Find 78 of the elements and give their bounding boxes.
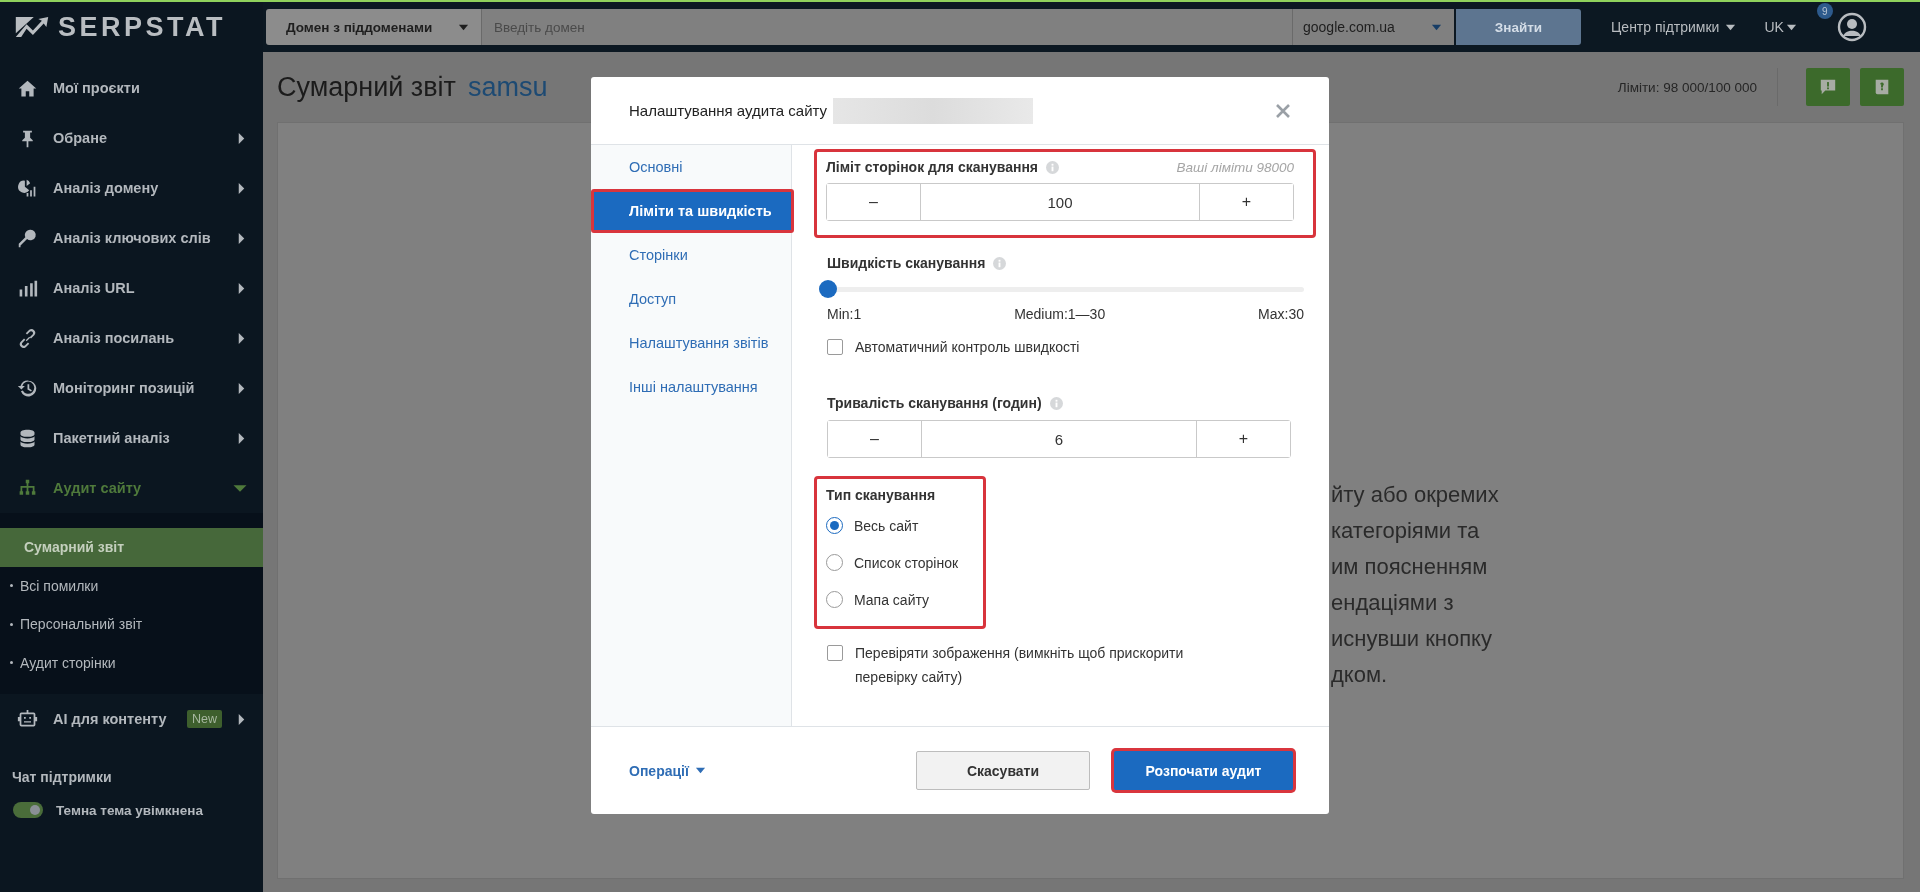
sidebar-icon <box>17 708 38 730</box>
sidebar-item[interactable]: AI для контенту New <box>0 694 263 744</box>
scope-dropdown[interactable]: Домен з піддоменами <box>266 9 481 45</box>
sidebar-item[interactable]: Пакетний аналіз <box>0 413 263 463</box>
sidebar-icon <box>17 327 38 349</box>
settings-tab[interactable]: Основні <box>591 145 791 189</box>
settings-tab[interactable]: Інші налаштування <box>591 365 791 409</box>
start-audit-button[interactable]: Розпочати аудит <box>1114 751 1293 790</box>
new-badge: New <box>187 710 222 728</box>
sidebar-item[interactable]: Аналіз домену <box>0 163 263 213</box>
submenu-item[interactable]: Всі помилки <box>0 566 263 605</box>
number-stepper[interactable]: – 100 + <box>826 183 1294 221</box>
slider-thumb[interactable] <box>819 280 837 298</box>
description-line: ендаціями з <box>1331 589 1455 617</box>
description-line: иснувши кнопку <box>1331 625 1493 653</box>
settings-tab[interactable]: Ліміти та швидкість <box>591 189 794 233</box>
sidebar-icon <box>17 177 38 199</box>
speed-slider[interactable] <box>819 280 1304 298</box>
dialog-title: Налаштування аудита сайту <box>629 102 828 119</box>
limit-hint: Ваші ліміти 98000 <box>1176 159 1294 175</box>
notification-badge: 9 <box>1816 3 1833 19</box>
engine-dropdown[interactable]: google.com.ua <box>1292 9 1454 45</box>
support-menu[interactable]: Центр підтримки <box>1611 19 1737 35</box>
page-limit-input[interactable]: 100 <box>920 184 1200 220</box>
operations-menu[interactable]: Операції <box>629 762 706 779</box>
info-icon[interactable] <box>993 256 1007 270</box>
theme-toggle[interactable] <box>13 802 43 818</box>
caret-icon <box>694 765 706 776</box>
radio-label: Весь сайт <box>854 517 919 534</box>
submenu-item[interactable]: Персональний звіт <box>0 605 263 644</box>
help-button[interactable] <box>1860 68 1904 106</box>
language-menu[interactable]: UK <box>1764 19 1797 35</box>
checkbox[interactable] <box>827 645 843 661</box>
slider-medium-label: Medium:1—30 <box>1014 306 1106 322</box>
radio-label: Список сторінок <box>854 554 959 571</box>
sidebar-item[interactable]: Моніторинг позицій <box>0 363 263 413</box>
field-label: Швидкість сканування <box>827 255 986 271</box>
number-stepper[interactable]: – 6 + <box>827 420 1291 458</box>
sidebar-item[interactable]: Аналіз URL <box>0 263 263 313</box>
description-line: категоріями та <box>1331 517 1481 545</box>
description-line: дком. <box>1331 661 1389 689</box>
info-icon[interactable] <box>1049 396 1063 410</box>
avatar-icon[interactable] <box>1836 12 1867 42</box>
support-chat-link[interactable]: Чат підтримки <box>0 760 263 794</box>
submenu-item[interactable]: Сумарний звіт <box>0 528 263 567</box>
comment-icon <box>1819 78 1837 96</box>
sidebar-item[interactable]: Обране <box>0 113 263 163</box>
checkbox-label: Перевіряти зображення (вимкніть щоб прискорити перевірку сайту) <box>855 644 1185 687</box>
settings-tab[interactable]: Налаштування звітів <box>591 321 791 365</box>
limits-text: Ліміти: 98 000/100 000 <box>1617 79 1757 95</box>
settings-tab[interactable]: Доступ <box>591 277 791 321</box>
description-line: им поясненням <box>1331 553 1489 581</box>
description-line: йту або окремих <box>1331 481 1499 509</box>
cancel-button[interactable]: Скасувати <box>916 751 1090 790</box>
feedback-button[interactable] <box>1806 68 1850 106</box>
toggle-label: Темна тема увімкнена <box>56 802 203 818</box>
sidebar-item[interactable]: Аналіз ключових слів <box>0 213 263 263</box>
checkbox-label: Автоматичний контроль швидкості <box>855 339 1080 355</box>
field-label: Ліміт сторінок для сканування <box>826 159 1038 175</box>
field-label: Тривалість сканування (годин) <box>827 395 1042 411</box>
page-title: Сумарний звіт <box>277 71 456 103</box>
logo-text: SERPSTAT <box>58 11 226 43</box>
submenu-item[interactable]: Аудит сторінки <box>0 643 263 682</box>
help-book-icon <box>1873 78 1891 96</box>
logo-icon <box>14 15 50 39</box>
sidebar-item[interactable]: Аудит сайту <box>0 463 263 513</box>
slider-max-label: Max:30 <box>1258 306 1304 322</box>
settings-tab[interactable]: Сторінки <box>591 233 791 277</box>
slider-min-label: Min:1 <box>827 306 862 322</box>
close-icon[interactable] <box>1275 102 1291 119</box>
sidebar-icon <box>17 227 38 249</box>
field-label: Тип сканування <box>826 487 937 503</box>
sidebar-item[interactable]: Аналіз посилань <box>0 313 263 363</box>
info-icon[interactable] <box>1046 160 1059 174</box>
radio-label: Мапа сайту <box>854 591 930 608</box>
checkbox[interactable] <box>827 339 843 355</box>
sidebar-item[interactable]: Мої проєкти <box>0 63 263 113</box>
duration-input[interactable]: 6 <box>921 421 1197 457</box>
